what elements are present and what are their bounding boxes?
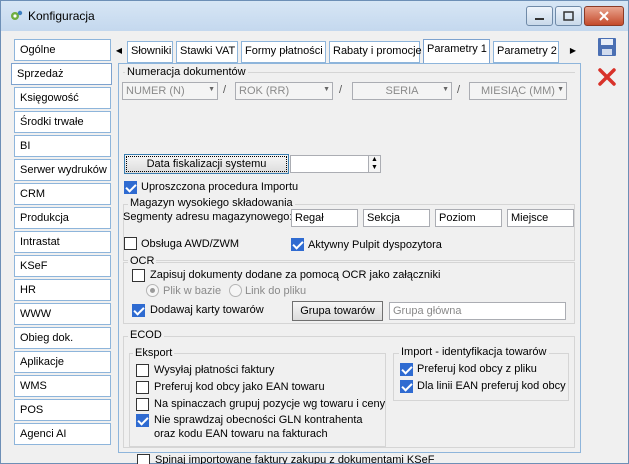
awd-label: Obsługa AWD/ZWM bbox=[141, 238, 239, 250]
parametry-panel: Numeracja dokumentów NUMER (N) ▼ / ROK (R… bbox=[118, 63, 581, 464]
sidebar-item-intrastat[interactable]: Intrastat bbox=[14, 231, 111, 253]
plik-radio[interactable] bbox=[146, 284, 159, 297]
data-fiskalizacji-field[interactable]: ▲ ▼ bbox=[290, 155, 381, 173]
close-button[interactable] bbox=[584, 6, 624, 26]
sidebar-item-agenci-ai[interactable]: Agenci AI bbox=[14, 423, 111, 445]
gear-icon bbox=[11, 10, 23, 20]
zapisuj-checkbox[interactable] bbox=[132, 269, 145, 282]
title-bar: Konfiguracja bbox=[1, 1, 628, 31]
segment-field-2[interactable]: Sekcja bbox=[363, 209, 430, 227]
uproszczona-label: Uproszczona procedura Importu bbox=[141, 181, 299, 193]
numeracja-separator: / bbox=[457, 84, 461, 96]
eksport-label-1: Wysyłaj płatności faktury bbox=[154, 364, 275, 376]
eksport-label-3: Na spinaczach grupuj pozycje wg towaru i… bbox=[154, 398, 386, 410]
sidebar-item-wms[interactable]: WMS bbox=[14, 375, 111, 397]
import-label-1: Preferuj kod obcy z pliku bbox=[417, 363, 537, 375]
sidebar-item-środki-trwałe[interactable]: Środki trwałe bbox=[14, 111, 111, 133]
numeracja-field-3[interactable]: SERIA ▼ bbox=[352, 82, 452, 100]
sidebar-item-aplikacje[interactable]: Aplikacje bbox=[14, 351, 111, 373]
sidebar-item-ogólne[interactable]: Ogólne bbox=[14, 39, 111, 61]
dodawaj-checkbox[interactable] bbox=[132, 304, 145, 317]
import-label-2: Dla linii EAN preferuj kod obcy bbox=[417, 380, 566, 392]
grupa-towarow-button[interactable]: Grupa towarów bbox=[292, 301, 383, 321]
eksport-label-4b: oraz kodu EAN towaru na fakturach bbox=[154, 428, 328, 440]
sidebar-item-www[interactable]: WWW bbox=[14, 303, 111, 325]
link-radio[interactable] bbox=[229, 284, 242, 297]
sidebar-item-bi[interactable]: BI bbox=[14, 135, 111, 157]
numeracja-field-1[interactable]: NUMER (N) ▼ bbox=[122, 82, 218, 100]
segment-field-1[interactable]: Regał bbox=[291, 209, 358, 227]
maximize-icon bbox=[563, 11, 574, 21]
import-group bbox=[393, 353, 569, 401]
window-content: Ogólne Sprzedaż Księgowość Środki trwałe BI S… bbox=[5, 31, 624, 464]
ecod-title: ECOD bbox=[128, 329, 164, 341]
eksport-label-4: Nie sprawdzaj obecności GLN kontrahenta bbox=[154, 414, 363, 426]
sidebar-item-crm[interactable]: CRM bbox=[14, 183, 111, 205]
numeracja-title: Numeracja dokumentów bbox=[125, 66, 248, 78]
sidebar-item-obieg-dok-[interactable]: Obieg dok. bbox=[14, 327, 111, 349]
tab-parametry-1[interactable]: Parametry 1 bbox=[423, 39, 490, 64]
sidebar-item-ksef[interactable]: KSeF bbox=[14, 255, 111, 277]
eksport-checkbox-4[interactable] bbox=[136, 414, 149, 427]
sidebar-item-produkcja[interactable]: Produkcja bbox=[14, 207, 111, 229]
pulpit-checkbox[interactable] bbox=[291, 238, 304, 251]
date-spinner[interactable]: ▲ ▼ bbox=[368, 156, 380, 172]
awd-checkbox[interactable] bbox=[124, 237, 137, 250]
link-label: Link do pliku bbox=[245, 285, 307, 297]
sidebar-item-hr[interactable]: HR bbox=[14, 279, 111, 301]
config-window: Konfiguracja Ogólne Sprzedaż Księgowość Śro… bbox=[0, 0, 629, 464]
numeracja-field-4[interactable]: MIESIĄC (MM) ▼ bbox=[469, 82, 567, 100]
zapisuj-label: Zapisuj dokumenty dodane za pomocą OCR j… bbox=[150, 269, 441, 281]
eksport-checkbox-1[interactable] bbox=[136, 364, 149, 377]
pulpit-label: Aktywny Pulpit dyspozytora bbox=[308, 239, 442, 251]
uproszczona-checkbox[interactable] bbox=[124, 181, 137, 194]
magazyn-title: Magazyn wysokiego składowania bbox=[128, 197, 295, 209]
numeracja-field-2[interactable]: ROK (RR) ▼ bbox=[235, 82, 333, 100]
sidebar-item-pos[interactable]: POS bbox=[14, 399, 111, 421]
numeracja-separator: / bbox=[223, 84, 227, 96]
tab-stawki-vat[interactable]: Stawki VAT bbox=[176, 41, 238, 63]
segmenty-label: Segmenty adresu magazynowego: bbox=[123, 211, 293, 223]
sidebar-item-sprzedaż[interactable]: Sprzedaż bbox=[11, 63, 112, 85]
maximize-button[interactable] bbox=[555, 6, 582, 26]
tab-formy-płatności[interactable]: Formy płatności bbox=[241, 41, 326, 63]
dodawaj-label: Dodawaj karty towarów bbox=[150, 304, 264, 316]
grupa-field[interactable]: Grupa główna bbox=[389, 302, 566, 320]
minimize-button[interactable] bbox=[526, 6, 553, 26]
eksport-label-2: Preferuj kod obcy jako EAN towaru bbox=[154, 381, 325, 393]
spinaj-label: Spinaj importowane faktury zakupu z doku… bbox=[155, 454, 435, 464]
import-checkbox-2[interactable] bbox=[400, 380, 413, 393]
plik-label: Plik w bazie bbox=[163, 285, 222, 297]
eksport-checkbox-2[interactable] bbox=[136, 381, 149, 394]
sidebar-item-księgowość[interactable]: Księgowość bbox=[14, 87, 111, 109]
sidebar-item-serwer-wydruków[interactable]: Serwer wydruków bbox=[14, 159, 111, 181]
segment-field-3[interactable]: Poziom bbox=[435, 209, 502, 227]
spinaj-checkbox[interactable] bbox=[137, 454, 150, 464]
tab-rabaty-i-promocje[interactable]: Rabaty i promocje bbox=[329, 41, 422, 63]
ocr-title: OCR bbox=[128, 255, 157, 267]
minimize-icon bbox=[535, 18, 544, 20]
tab-parametry-2[interactable]: Parametry 2 bbox=[493, 41, 559, 63]
save-icon[interactable] bbox=[595, 35, 619, 59]
window-title: Konfiguracja bbox=[28, 9, 95, 23]
tabs-prev-arrow[interactable]: ◀ bbox=[114, 44, 124, 58]
segment-field-4[interactable]: Miejsce bbox=[507, 209, 574, 227]
cancel-icon[interactable] bbox=[595, 65, 619, 89]
import-title: Import - identyfikacja towarów bbox=[399, 346, 549, 358]
data-fiskalizacji-button[interactable]: Data fiskalizacji systemu bbox=[124, 154, 289, 174]
close-icon bbox=[599, 11, 609, 21]
import-checkbox-1[interactable] bbox=[400, 363, 413, 376]
tab-słowniki[interactable]: Słowniki bbox=[127, 41, 173, 63]
eksport-checkbox-3[interactable] bbox=[136, 398, 149, 411]
eksport-title: Eksport bbox=[133, 347, 175, 359]
tabs-next-arrow[interactable]: ▶ bbox=[568, 44, 578, 58]
numeracja-separator: / bbox=[339, 84, 343, 96]
